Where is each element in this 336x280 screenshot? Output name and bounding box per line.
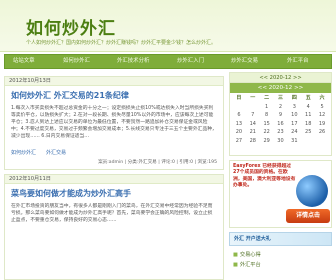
calendar-day[interactable]: 1 (260, 103, 274, 112)
advert-box[interactable]: EasyForex 已经获得超过27个成员国的资格。在欧洲，美国，澳大利亚等地设… (229, 160, 332, 228)
nav-item-platform[interactable]: 外汇平台 (287, 55, 309, 68)
calendar-day[interactable]: 19 (315, 120, 329, 129)
tag-link[interactable]: 外汇交易 (46, 150, 66, 156)
calendar-day[interactable]: 10 (287, 111, 301, 120)
calendar-weekday: 六 (319, 95, 325, 101)
calendar-day[interactable]: 20 (232, 128, 246, 137)
calendar-day[interactable]: 23 (274, 128, 288, 137)
calendar-day[interactable]: 30 (274, 137, 288, 146)
calendar-weekday: 二 (264, 95, 270, 101)
calendar-day[interactable]: 18 (301, 120, 315, 129)
calendar-weekday: 五 (305, 95, 311, 101)
calendar-day[interactable]: 13 (232, 120, 246, 129)
sidebar-link-label: 交易心得 (239, 252, 261, 258)
nav-item-how[interactable]: 如何炒外汇 (63, 55, 90, 68)
calendar-day[interactable]: 21 (246, 128, 260, 137)
calendar-day[interactable]: 22 (260, 128, 274, 137)
tag-link[interactable]: 如何炒外汇 (11, 150, 36, 156)
calendar-day (301, 137, 315, 146)
post-title[interactable]: 菜鸟要如何做才能成为炒外汇高手 (5, 184, 223, 201)
bullet-icon: ■ (233, 252, 238, 258)
calendar-weekday: 日 (236, 95, 242, 101)
advert-details-button[interactable]: 详情点击 (286, 209, 330, 223)
calendar-day[interactable]: 28 (246, 137, 260, 146)
calendar-grid: 日一二三四五六 1 2 3 4 5 6 7 8 9 10 11 12 13 14 15 16 17 18 19 20 21… (230, 93, 331, 146)
post-tags: 如何炒外汇 外汇交易 (5, 147, 223, 157)
calendar-day (246, 103, 260, 112)
calendar-day[interactable]: 8 (260, 111, 274, 120)
calendar-day[interactable]: 11 (301, 111, 315, 120)
post-date: 2012年10月11日 (5, 175, 223, 184)
post-date: 2012年10月13日 (5, 77, 223, 86)
calendar-day[interactable]: 2 (274, 103, 288, 112)
sidebar-link[interactable]: ■ 交易心得 (229, 250, 332, 260)
calendar-day[interactable]: 31 (287, 137, 301, 146)
calendar-day[interactable]: 3 (287, 103, 301, 112)
site-header: 如何炒外汇 个人如何炒外汇？国内如何炒外汇？炒外汇赚钱吗？炒外汇平要金少钱？怎么… (0, 0, 336, 52)
sidebar-link[interactable]: ■ 外汇平台 (229, 260, 332, 270)
calendar-day[interactable]: 12 (315, 111, 329, 120)
nav-item-trading[interactable]: 炒外汇交易 (231, 55, 258, 68)
calendar-weekday: 一 (250, 95, 256, 101)
calendar-day (315, 137, 329, 146)
calendar-day[interactable]: 14 (246, 120, 260, 129)
nav-item-beginner[interactable]: 炒外汇入门 (177, 55, 204, 68)
site-tagline: 个人如何炒外汇？国内如何炒外汇？炒外汇赚钱吗？炒外汇平要金少钱？怎么炒外汇。 (26, 40, 217, 46)
post-meta: 案员:admin | 分类:外汇交易 | 评论:0 | 引用:0 | 浏览:19… (98, 160, 217, 165)
post-card: 2012年10月13日 如何炒外汇 外汇交易的21条纪律 1.每次入市买卖损失不… (4, 76, 224, 170)
site-title[interactable]: 如何炒外汇 (26, 14, 116, 39)
calendar-day[interactable]: 15 (260, 120, 274, 129)
post-card: 2012年10月11日 菜鸟要如何做才能成为炒外汇高手 在外汇市场投资的朋友当中… (4, 174, 224, 280)
advert-banner[interactable]: 外汇 开户送大礼 (229, 232, 332, 246)
calendar-day[interactable]: 27 (232, 137, 246, 146)
calendar-day[interactable]: 17 (287, 120, 301, 129)
sidebar-link-label: 外汇平台 (239, 262, 261, 268)
nav-item-home[interactable]: 站站文章 (13, 55, 35, 68)
calendar-day[interactable]: 29 (260, 137, 274, 146)
calendar-day[interactable]: 16 (274, 120, 288, 129)
calendar-widget: << 2020-12 >> << 2020-12 >> 日一二三四五六12345… (229, 72, 332, 156)
calendar-weekday: 四 (291, 95, 297, 101)
calendar-day (232, 103, 246, 112)
calendar-day[interactable]: 25 (301, 128, 315, 137)
sidebar-links: ■ 交易心得 ■ 外汇平台 (229, 250, 332, 270)
advert-text: EasyForex 已经获得超过27个成员国的资格。在欧洲，美国，澳大利亚等地设… (233, 164, 296, 189)
calendar-day[interactable]: 4 (301, 103, 315, 112)
calendar-day[interactable]: 24 (287, 128, 301, 137)
calendar-title: << 2020-12 >> (230, 73, 331, 83)
nav-item-analysis[interactable]: 外汇技术分析 (117, 55, 149, 68)
calendar-weekday: 三 (277, 95, 283, 101)
calendar-day[interactable]: 9 (274, 111, 288, 120)
main-nav: 站站文章 如何炒外汇 外汇技术分析 炒外汇入门 炒外汇交易 外汇平台 (4, 54, 332, 69)
calendar-day[interactable]: 5 (315, 103, 329, 112)
calendar-month-nav[interactable]: << 2020-12 >> (230, 83, 331, 93)
post-excerpt: 1.每次入市买卖损失不超过总资金的十分之一；设定损损失止损10%或达损失入时当所… (11, 106, 217, 139)
post-excerpt: 在外汇市场投资的朋友当中，有很多人都是刚刚入门的菜鸟，在外汇交易中经常因为经验不… (11, 204, 213, 223)
calendar-day[interactable]: 6 (232, 111, 246, 120)
calendar-day[interactable]: 26 (315, 128, 329, 137)
banner-text: 外汇 开户送大礼 (234, 236, 271, 242)
post-title[interactable]: 如何炒外汇 外汇交易的21条纪律 (5, 86, 223, 103)
bullet-icon: ■ (233, 262, 238, 268)
calendar-day[interactable]: 7 (246, 111, 260, 120)
globe-icon (296, 175, 328, 207)
